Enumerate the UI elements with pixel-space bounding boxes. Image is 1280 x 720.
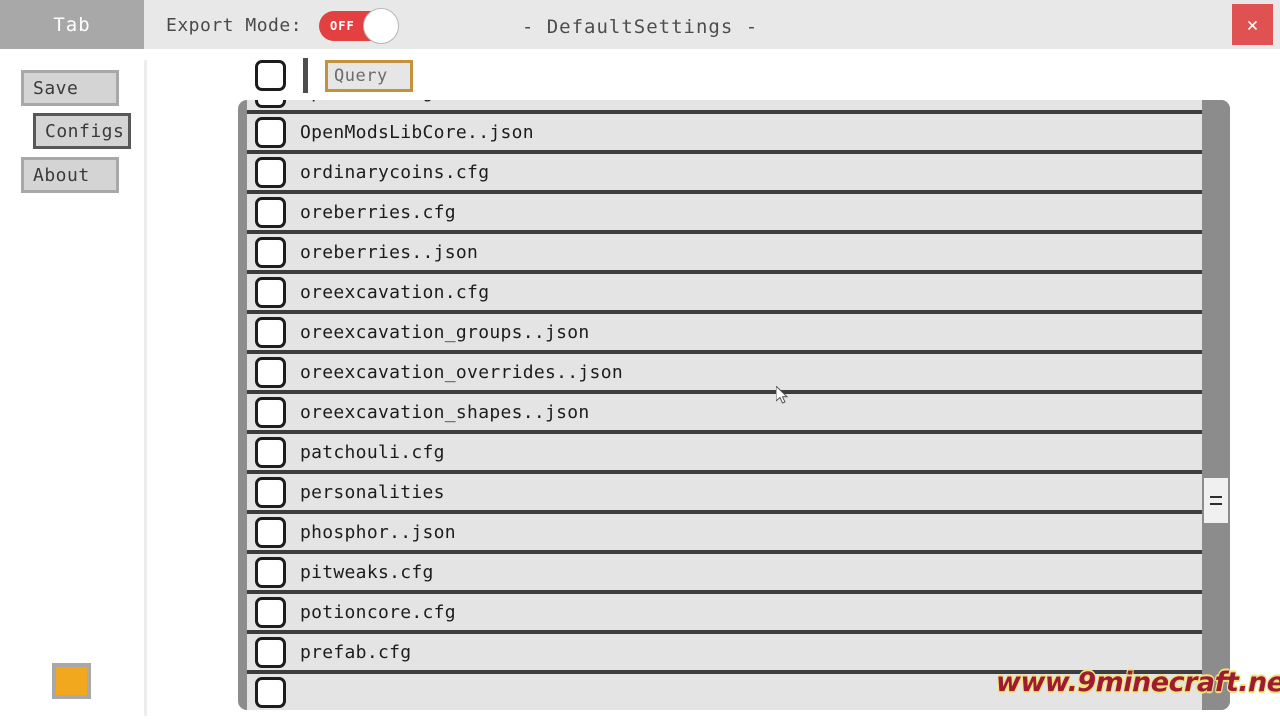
list-item-checkbox[interactable] (255, 596, 286, 628)
search-input-value: Query (334, 66, 388, 86)
sidebar-item-about-label: About (33, 164, 90, 186)
list-item-label: oreexcavation.cfg (300, 281, 490, 303)
list-item-label: personalities (300, 481, 445, 503)
list-item[interactable]: OpenModsLibCore..json (247, 114, 1202, 154)
list-item-label: oreexcavation_overrides..json (300, 361, 623, 383)
list-item-checkbox[interactable] (255, 636, 286, 668)
sidebar-item-save[interactable]: Save (21, 70, 119, 106)
list-item[interactable]: pitweaks.cfg (247, 554, 1202, 594)
header-separator (303, 58, 308, 93)
select-all-checkbox[interactable] (255, 60, 286, 91)
config-file-list-viewport: openmods.cfg OpenModsLibCore..json ordinar… (247, 100, 1202, 710)
application-window: Tab Export Mode: OFF - DefaultSettings -… (0, 0, 1280, 720)
list-item-label: oreexcavation_shapes..json (300, 401, 590, 423)
list-item[interactable]: phosphor..json (247, 514, 1202, 554)
list-item-checkbox[interactable] (255, 196, 286, 228)
list-item[interactable]: oreexcavation.cfg (247, 274, 1202, 314)
close-button[interactable]: ✕ (1232, 4, 1273, 45)
sidebar: Save Configs About (0, 49, 145, 720)
list-item-checkbox[interactable] (255, 676, 286, 708)
list-item-checkbox[interactable] (255, 156, 286, 188)
list-item-label: prefab.cfg (300, 641, 412, 663)
list-item[interactable]: oreexcavation_groups..json (247, 314, 1202, 354)
list-item[interactable]: personalities (247, 474, 1202, 514)
sidebar-item-about[interactable]: About (21, 157, 119, 193)
color-swatch[interactable] (52, 663, 91, 699)
list-item-label: openmods.cfg (300, 100, 434, 103)
sidebar-item-configs-label: Configs (45, 120, 125, 142)
list-item[interactable]: ordinarycoins.cfg (247, 154, 1202, 194)
list-item-label: oreexcavation_groups..json (300, 321, 590, 343)
list-item[interactable]: oreexcavation_overrides..json (247, 354, 1202, 394)
watermark: www.9minecraft.net (996, 667, 1280, 698)
scrollbar-grip-line (1210, 503, 1222, 505)
scrollbar-grip-line (1210, 496, 1222, 498)
list-item-label: phosphor..json (300, 521, 456, 543)
list-item-label: OpenModsLibCore..json (300, 121, 534, 143)
list-item[interactable]: patchouli.cfg (247, 434, 1202, 474)
list-item[interactable]: openmods.cfg (247, 100, 1202, 114)
list-item-label: oreberries..json (300, 241, 479, 263)
list-item-checkbox[interactable] (255, 436, 286, 468)
list-item-checkbox[interactable] (255, 316, 286, 348)
list-item-checkbox[interactable] (255, 116, 286, 148)
sidebar-item-configs[interactable]: Configs (33, 113, 131, 149)
scrollbar-thumb[interactable] (1204, 478, 1228, 523)
vertical-scrollbar[interactable] (1202, 100, 1230, 710)
list-item-checkbox[interactable] (255, 236, 286, 268)
list-item[interactable]: oreberries.cfg (247, 194, 1202, 234)
sidebar-item-save-label: Save (33, 77, 79, 99)
search-input[interactable]: Query (325, 60, 413, 92)
list-item-label: potioncore.cfg (300, 601, 456, 623)
list-item-checkbox[interactable] (255, 356, 286, 388)
list-item[interactable]: oreberries..json (247, 234, 1202, 274)
config-file-list: openmods.cfg OpenModsLibCore..json ordinar… (247, 100, 1202, 710)
list-item-label: patchouli.cfg (300, 441, 445, 463)
list-item-checkbox[interactable] (255, 556, 286, 588)
mouse-cursor-icon (776, 386, 789, 404)
config-file-list-panel: openmods.cfg OpenModsLibCore..json ordinar… (238, 100, 1230, 710)
list-item-label: oreberries.cfg (300, 201, 456, 223)
list-item-label: pitweaks.cfg (300, 561, 434, 583)
close-icon: ✕ (1246, 13, 1259, 36)
list-item-label: ordinarycoins.cfg (300, 161, 490, 183)
list-item[interactable]: oreexcavation_shapes..json (247, 394, 1202, 434)
list-item-checkbox[interactable] (255, 396, 286, 428)
list-item-checkbox[interactable] (255, 476, 286, 508)
list-item[interactable]: potioncore.cfg (247, 594, 1202, 634)
list-item-checkbox[interactable] (255, 276, 286, 308)
list-item-checkbox[interactable] (255, 100, 286, 108)
list-item-checkbox[interactable] (255, 516, 286, 548)
title-bar: Tab Export Mode: OFF - DefaultSettings -… (0, 0, 1280, 49)
sidebar-divider (144, 60, 147, 716)
window-title: - DefaultSettings - (521, 16, 759, 38)
